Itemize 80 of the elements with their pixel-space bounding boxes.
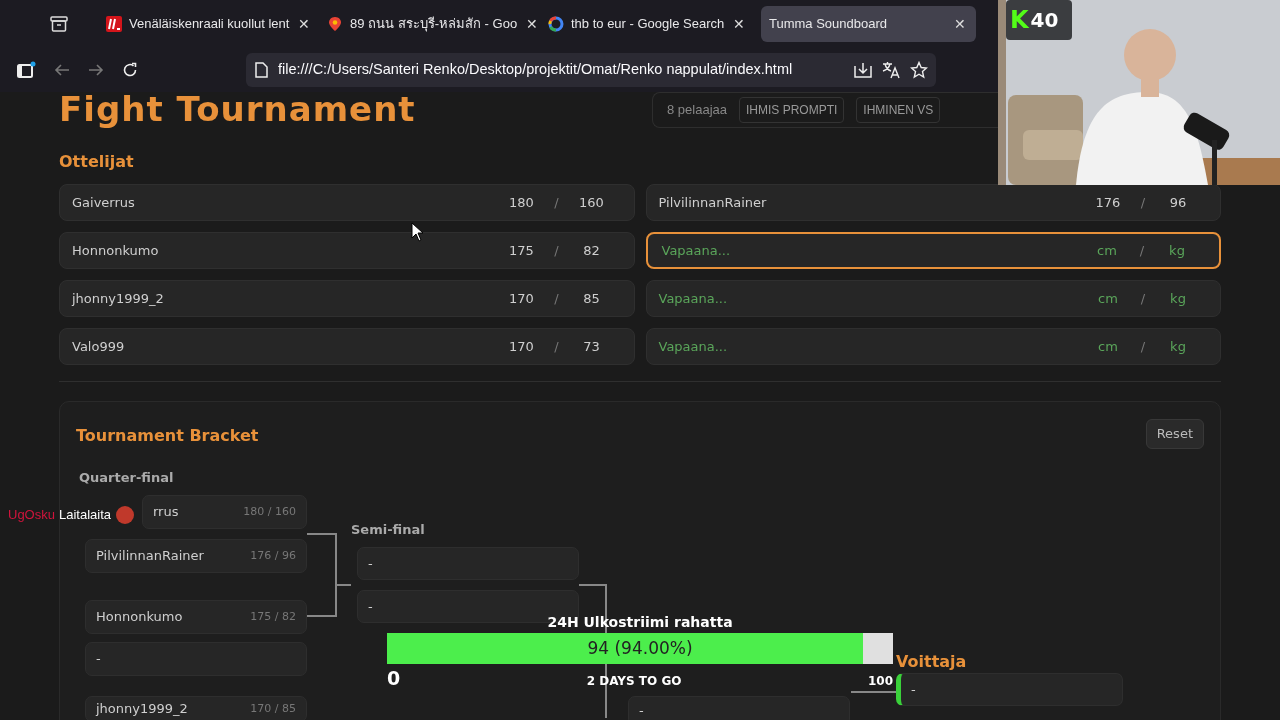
fighter-row[interactable]: jhonny1999_2 170 / 85 [59,280,635,317]
star-icon[interactable] [910,61,928,79]
browser-tab[interactable]: Venäläiskenraali kuollut lent ✕ [98,6,313,42]
fighter-name: jhonny1999_2 [72,289,165,308]
tab-title: thb to eur - Google Search [571,15,725,34]
bracket-slot[interactable]: - [357,547,579,580]
back-icon[interactable] [54,63,70,77]
browser-tab[interactable]: thb to eur - Google Search ✕ [540,6,755,42]
bracket-slot[interactable]: PilvilinnanRainer 176 / 96 [85,539,307,573]
height-value: 180 [508,193,535,212]
cursor-icon [411,222,425,242]
close-button[interactable]: ✕ [296,13,313,35]
weight-value: 82 [582,241,601,260]
mode-tag[interactable]: IHMIS PROMPTI [739,97,845,123]
weight-value: 85 [582,289,601,308]
separator: / [553,337,560,356]
sidebar-icon[interactable] [16,61,36,79]
emote-icon [115,505,135,525]
fighter-name: Gaiverrus [72,193,136,212]
height-value: 170 [508,337,535,356]
bracket-slot[interactable]: jhonny1999_2 170 / 85 [85,696,307,720]
section-heading: Ottelijat [59,151,135,173]
address-bar[interactable]: file:///C:/Users/Santeri Renko/Desktop/projektit/Omat/Renko nappulat/index.html [246,53,936,87]
bracket-slot[interactable]: - [628,696,850,720]
round-label: Voittaja [896,651,967,673]
bracket-slot[interactable]: rrus 180 / 160 [142,495,307,529]
goal-remaining: 2 DAYS TO GO [586,673,682,690]
winner-slot[interactable]: - [896,673,1123,706]
news-logo-icon [106,16,122,32]
tab-title: Tumma Soundboard [769,15,889,34]
weight-value: 160 [578,193,605,212]
mode-tag[interactable]: IHMINEN VS [856,97,941,123]
viewer-count: 40 [1030,7,1059,34]
fighter-name: PilvilinnanRainer [658,193,768,212]
tab-title: 89 ถนน สระบุรี-หล่มสัก - Goo [350,15,518,34]
reload-icon[interactable] [122,62,138,78]
forward-icon[interactable] [88,63,104,77]
fighter-name: Valo999 [72,337,126,356]
translate-icon[interactable] [882,61,900,79]
tab-list-icon[interactable] [50,16,68,32]
bracket-slot[interactable]: - [85,642,307,676]
reset-button[interactable]: Reset [1145,419,1204,449]
browser-tab[interactable]: Tumma Soundboard ✕ [761,6,976,42]
round-label: Quarter-final [79,469,174,487]
download-icon[interactable] [854,62,872,78]
ring-icon [548,16,564,32]
connector-line [851,691,896,693]
separator: / [553,289,560,308]
close-button[interactable]: ✕ [952,13,968,35]
separator: / [553,193,560,212]
close-button[interactable]: ✕ [731,13,748,35]
map-pin-icon [327,16,343,32]
progress-reading: 94 (94.00%) [586,636,694,660]
player-count: 8 pelaajaa [667,101,727,120]
separator: / [1139,193,1147,212]
page-icon [254,62,268,78]
chat-message: Laitalaita [58,506,111,525]
fighter-entry-field[interactable]: Vapaana... cm / kg [645,328,1221,365]
height-value: 176 [1094,193,1122,212]
bracket-title: Tournament Bracket [76,425,259,447]
height-value: 175 [508,241,535,260]
weight-value: 73 [582,337,601,356]
bracket-slot[interactable]: Honnonkumo 175 / 82 [85,600,307,634]
fighter-row[interactable]: Gaiverrus 180 / 160 [59,184,635,221]
fighter-row[interactable]: Valo999 170 / 73 [59,328,635,365]
logo-letter: K [1010,5,1029,36]
height-value: 170 [508,289,535,308]
goal-max: 100 [867,673,893,690]
fighter-entry-field[interactable]: Vapaana... cm / kg [645,280,1221,317]
page-title: Fight Tournament [59,89,416,129]
goal-min: 0 [387,666,401,691]
tab-title: Venäläiskenraali kuollut lent [129,15,290,34]
fighter-row[interactable]: Honnonkumo 175 / 82 [59,232,635,269]
fighter-name: Honnonkumo [72,241,160,260]
separator: / [553,241,560,260]
round-label: Semi-final [351,521,425,539]
chat-username: UgOsku [8,506,55,525]
fighter-row[interactable]: PilvilinnanRainer 176 / 96 [645,184,1221,221]
fighter-entry-field[interactable]: Vapaana... cm / kg [645,232,1221,269]
weight-value: 96 [1168,193,1188,212]
